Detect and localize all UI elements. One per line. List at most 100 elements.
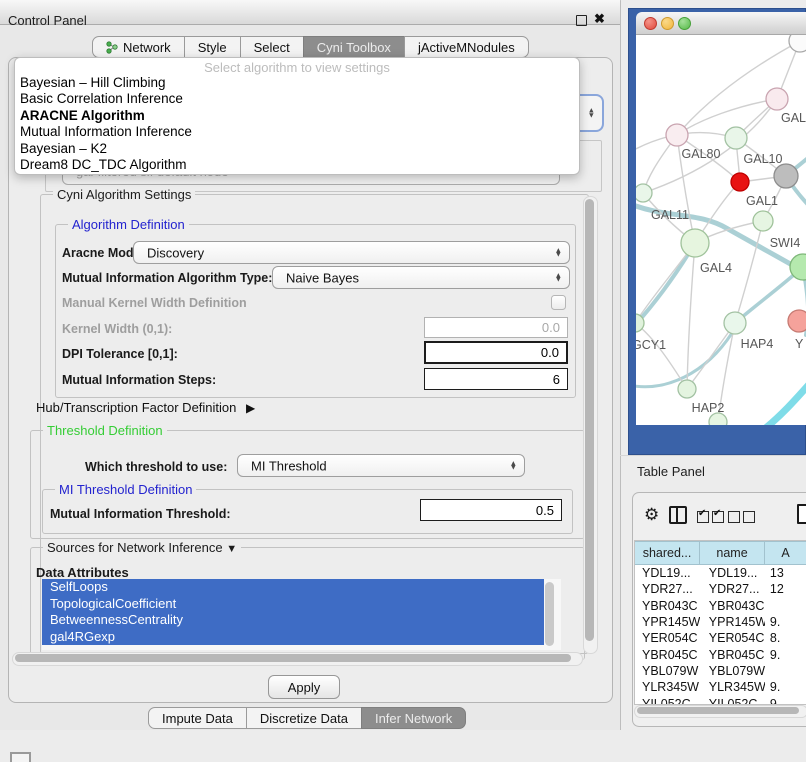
table-hscrollbar-thumb[interactable] [637,707,799,714]
mi-steps-input[interactable]: 6 [424,368,568,390]
split-pane-icon[interactable] [669,506,687,524]
tab-impute-data[interactable]: Impute Data [148,707,247,729]
table-cell: 8. [765,631,806,645]
tab-style-label: Style [198,40,227,55]
document-icon[interactable] [797,504,806,524]
hub-definition-expander[interactable]: Hub/Transcription Factor Definition ▶ [36,400,255,415]
control-panel-titlebar [0,0,620,25]
mi-type-label: Mutual Information Algorithm Type: [62,271,272,285]
network-node[interactable] [681,229,709,257]
table-cell: 9. [765,680,806,694]
table-cell: YBL079W [700,664,765,678]
table-row[interactable]: YBL079WYBL079W [635,663,806,679]
attribute-list-item[interactable]: gal4RGexp [42,629,544,646]
vertical-scrollbar-track[interactable] [583,196,598,654]
table-hscrollbar-track[interactable] [634,705,806,718]
tab-infer-network-label: Infer Network [375,711,452,726]
table-cell: YBR045C [635,648,700,662]
mi-threshold-input[interactable]: 0.5 [420,499,562,521]
zoom-traffic-light-icon[interactable] [678,17,691,30]
table-row[interactable]: YLR345WYLR345W9. [635,679,806,695]
attribute-list-scrollbar[interactable] [545,582,554,646]
horizontal-scrollbar-track[interactable] [12,652,583,666]
close-icon[interactable]: ✖ [594,11,605,27]
kernel-width-label: Kernel Width (0,1): [62,322,172,336]
network-view-window: GALGAL80GAL10GAL1GAL11SWI4GAL4GCY1HAP4YH… [628,8,806,455]
tab-style[interactable]: Style [184,36,241,58]
table-cell: YBR043C [700,599,765,613]
checked-columns-icon[interactable]: ✔✔ [697,510,727,528]
table-row[interactable]: YDR27...YDR27...12 [635,581,806,597]
network-edge[interactable] [677,99,777,135]
table-column-header[interactable]: name [699,541,765,565]
network-canvas[interactable]: GALGAL80GAL10GAL1GAL11SWI4GAL4GCY1HAP4YH… [636,35,806,425]
network-node[interactable] [753,211,773,231]
close-traffic-light-icon[interactable] [644,17,657,30]
network-node[interactable] [766,88,788,110]
network-edge[interactable] [762,381,806,425]
network-node[interactable] [731,173,749,191]
network-edge[interactable] [636,243,695,333]
network-node[interactable] [666,124,688,146]
algorithm-option[interactable]: Bayesian – Hill Climbing [15,75,579,91]
vertical-scrollbar-thumb[interactable] [585,199,594,641]
algorithm-option[interactable]: ARACNE Algorithm [15,108,579,124]
algorithm-option[interactable]: Basic Correlation Inference [15,91,579,107]
horizontal-scrollbar-thumb[interactable] [15,654,571,662]
table-row[interactable]: YIL052CYIL052C9 [635,695,806,705]
algorithm-option[interactable]: Dream8 DC_TDC Algorithm [15,157,579,173]
attribute-list-item[interactable]: TopologicalCoefficient [42,596,544,613]
attribute-list-item[interactable]: BetweennessCentrality [42,612,544,629]
tab-select[interactable]: Select [240,36,304,58]
algorithm-option[interactable]: Bayesian – K2 [15,141,579,157]
collapse-arrow-icon[interactable]: ▼ [226,543,237,555]
tab-network-label: Network [123,40,171,55]
table-panel-title: Table Panel [637,464,705,479]
tab-network[interactable]: Network [92,36,185,58]
network-edge[interactable] [687,243,695,389]
manual-kernel-checkbox[interactable] [551,295,566,310]
kernel-width-input[interactable]: 0.0 [424,317,568,338]
table-row[interactable]: YDL19...YDL19...13 [635,565,806,581]
floating-widget-fragment[interactable] [10,752,31,762]
unchecked-columns-icon[interactable] [728,510,758,528]
network-node[interactable] [636,184,652,202]
which-threshold-combobox[interactable]: MI Threshold ▲▼ [237,454,525,477]
table-column-header[interactable]: A [764,541,806,565]
tab-discretize-data[interactable]: Discretize Data [246,707,362,729]
table-row[interactable]: YER054CYER054C8. [635,630,806,646]
network-node[interactable] [788,310,806,332]
screen: Control Panel ✖ Network Style Select Cyn… [0,0,806,762]
network-node-label: GAL1 [746,194,778,208]
aracne-mode-combobox[interactable]: Discovery ▲▼ [133,241,570,264]
aracne-mode-value: Discovery [147,245,204,260]
settings-gear-icon[interactable]: ⚙ [644,505,659,525]
network-node[interactable] [678,380,696,398]
mi-steps-label: Mutual Information Steps: [62,373,216,387]
network-node[interactable] [774,164,798,188]
table-cell: YBL079W [635,664,700,678]
expander-arrow-icon: ▶ [246,401,255,415]
table-cell: YLR345W [635,680,700,694]
attribute-list-item[interactable]: SelfLoops [42,579,544,596]
mi-type-combobox[interactable]: Naive Bayes ▲▼ [272,266,570,289]
tab-infer-network[interactable]: Infer Network [361,707,466,729]
table-column-header[interactable]: shared... [634,541,700,565]
attribute-list[interactable]: SelfLoopsTopologicalCoefficientBetweenne… [42,579,561,650]
tab-cyni-toolbox[interactable]: Cyni Toolbox [303,36,405,58]
dpi-tolerance-input[interactable]: 0.0 [424,341,568,364]
table-row[interactable]: YBR045CYBR045C9. [635,646,806,662]
algorithm-option[interactable]: Mutual Information Inference [15,124,579,140]
minimize-traffic-light-icon[interactable] [661,17,674,30]
network-node[interactable] [724,312,746,334]
network-edge[interactable] [643,99,777,193]
apply-button[interactable]: Apply [268,675,340,699]
network-node[interactable] [725,127,747,149]
table-row[interactable]: YPR145WYPR145W9. [635,614,806,630]
tab-jactivemnodules[interactable]: jActiveMNodules [404,36,529,58]
table-row[interactable]: YBR043CYBR043C [635,598,806,614]
manual-kernel-label: Manual Kernel Width Definition [62,296,247,310]
float-window-icon[interactable] [576,15,587,26]
which-threshold-value: MI Threshold [251,458,327,473]
network-node[interactable] [789,35,806,52]
